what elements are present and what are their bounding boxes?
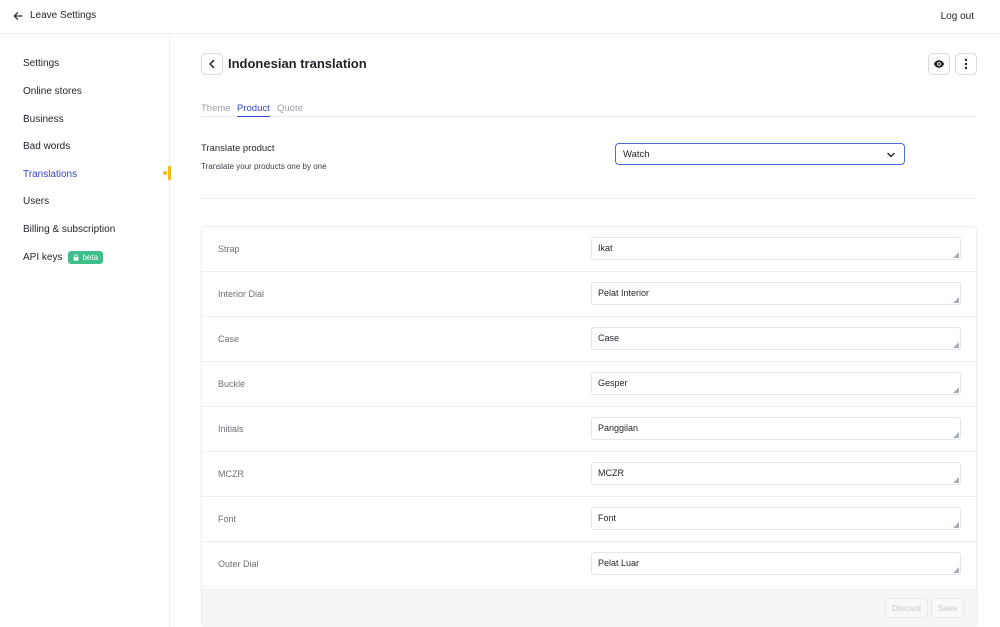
logout-link[interactable]: Log out [941, 11, 974, 22]
arrow-left-icon [13, 11, 23, 20]
more-vertical-icon [964, 58, 968, 70]
active-indicator-dot [163, 171, 167, 175]
product-select[interactable]: Watch [615, 143, 905, 165]
page-title: Indonesian translation [228, 56, 367, 71]
translation-row: MCZR MCZR [202, 452, 978, 497]
row-label: Initials [218, 424, 244, 434]
translation-row: Case Case [202, 317, 978, 362]
sidebar-item-label: Business [23, 114, 64, 125]
sidebar-item-label: Settings [23, 58, 60, 69]
row-label: Interior Dial [218, 289, 265, 299]
beta-badge: beta [68, 251, 104, 264]
translation-input[interactable]: Gesper [591, 372, 961, 395]
sidebar-item-label: Online stores [23, 86, 82, 97]
sidebar-item-label: Billing & subscription [23, 224, 116, 235]
section-divider [201, 198, 977, 199]
tab-product[interactable]: Product [237, 103, 270, 117]
sidebar-item-billing[interactable]: Billing & subscription [23, 224, 115, 235]
translation-input[interactable]: MCZR [591, 462, 961, 485]
sidebar: Settings Online stores Business Bad word… [0, 34, 171, 627]
translation-input[interactable]: Panggilan [591, 417, 961, 440]
preview-button[interactable] [928, 53, 950, 75]
sidebar-item-online-stores[interactable]: Online stores [23, 86, 82, 97]
translation-row: Interior Dial Pelat Interior [202, 272, 978, 317]
translation-row: Initials Panggilan [202, 407, 978, 452]
row-label: Case [218, 334, 240, 344]
row-label: Buckle [218, 379, 246, 389]
chevron-left-icon [209, 59, 215, 69]
tab-theme[interactable]: Theme [201, 103, 231, 114]
back-button[interactable] [201, 53, 223, 75]
sidebar-item-translations[interactable]: Translations [23, 169, 77, 180]
row-label: Font [218, 514, 237, 524]
translation-input[interactable]: Case [591, 327, 961, 350]
sidebar-item-settings[interactable]: Settings [23, 58, 59, 69]
translation-row: Outer Dial Pelat Luar [202, 542, 978, 587]
more-options-button[interactable] [955, 53, 977, 75]
translation-row: Buckle Gesper [202, 362, 978, 407]
card-footer: Discard Save [202, 589, 978, 627]
translation-input[interactable]: Pelat Luar [591, 552, 961, 575]
sidebar-item-bad-words[interactable]: Bad words [23, 141, 70, 152]
page-header: Indonesian translation [201, 53, 977, 77]
translation-row: Strap Ikat [202, 227, 978, 272]
sidebar-item-label: Users [23, 196, 50, 207]
tab-bar: Theme Product Quote [201, 101, 977, 117]
sidebar-item-label: Translations [23, 169, 78, 180]
translation-card: Strap Ikat Interior Dial Pelat Interior … [201, 226, 978, 627]
translation-input[interactable]: Ikat [591, 237, 961, 260]
sidebar-item-users[interactable]: Users [23, 196, 49, 207]
row-label: MCZR [218, 469, 244, 479]
active-indicator-bar [168, 166, 171, 180]
product-select-value: Watch [623, 149, 650, 160]
translate-product-label: Translate product [201, 143, 275, 154]
sidebar-item-api-keys[interactable]: API keys beta [23, 251, 104, 264]
discard-button[interactable]: Discard [885, 598, 928, 618]
save-button[interactable]: Save [931, 598, 965, 618]
sidebar-item-label: API keys [23, 252, 63, 263]
eye-icon [933, 60, 945, 68]
sidebar-item-business[interactable]: Business [23, 114, 64, 125]
leave-settings-link[interactable]: Leave Settings [13, 10, 96, 21]
translation-input[interactable]: Pelat Interior [591, 282, 961, 305]
leave-settings-label: Leave Settings [30, 10, 97, 21]
row-label: Strap [218, 244, 240, 254]
tab-quote[interactable]: Quote [277, 103, 303, 114]
chevron-down-icon [887, 152, 895, 158]
beta-badge-label: beta [82, 253, 99, 262]
translation-input[interactable]: Font [591, 507, 961, 530]
translation-row: Font Font [202, 497, 978, 542]
sidebar-item-label: Bad words [23, 141, 71, 152]
translate-product-description: Translate your products one by one [201, 162, 327, 171]
lock-icon [73, 254, 79, 261]
top-bar: Leave Settings Log out [0, 0, 1000, 34]
row-label: Outer Dial [218, 559, 259, 569]
